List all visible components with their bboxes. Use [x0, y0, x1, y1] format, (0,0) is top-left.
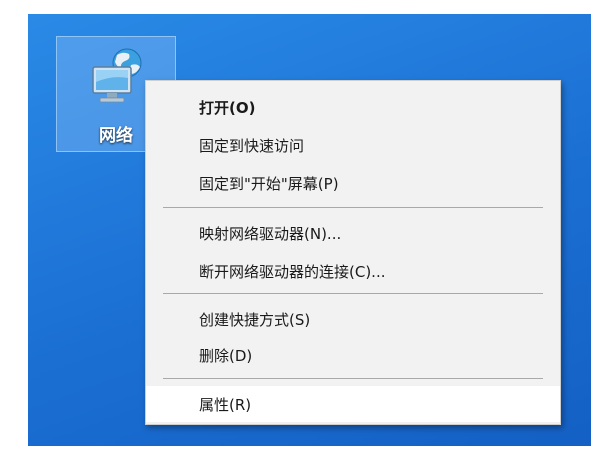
menu-separator	[163, 293, 543, 294]
menu-item-map-network-drive[interactable]: 映射网络驱动器(N)...	[146, 215, 560, 251]
menu-item-delete[interactable]: 删除(D)	[146, 337, 560, 373]
menu-item-properties[interactable]: 属性(R)	[146, 386, 560, 422]
menu-item-open[interactable]: 打开(O)	[146, 89, 560, 125]
menu-item-disconnect-network-drive[interactable]: 断开网络驱动器的连接(C)...	[146, 253, 560, 289]
menu-separator	[163, 207, 543, 208]
menu-separator	[163, 378, 543, 379]
menu-item-create-shortcut[interactable]: 创建快捷方式(S)	[146, 301, 560, 337]
network-icon	[92, 48, 142, 103]
context-menu: 打开(O) 固定到快速访问 固定到"开始"屏幕(P) 映射网络驱动器(N)...…	[145, 80, 561, 425]
menu-item-pin-quick-access[interactable]: 固定到快速访问	[146, 127, 560, 163]
menu-item-pin-start[interactable]: 固定到"开始"屏幕(P)	[146, 165, 560, 201]
